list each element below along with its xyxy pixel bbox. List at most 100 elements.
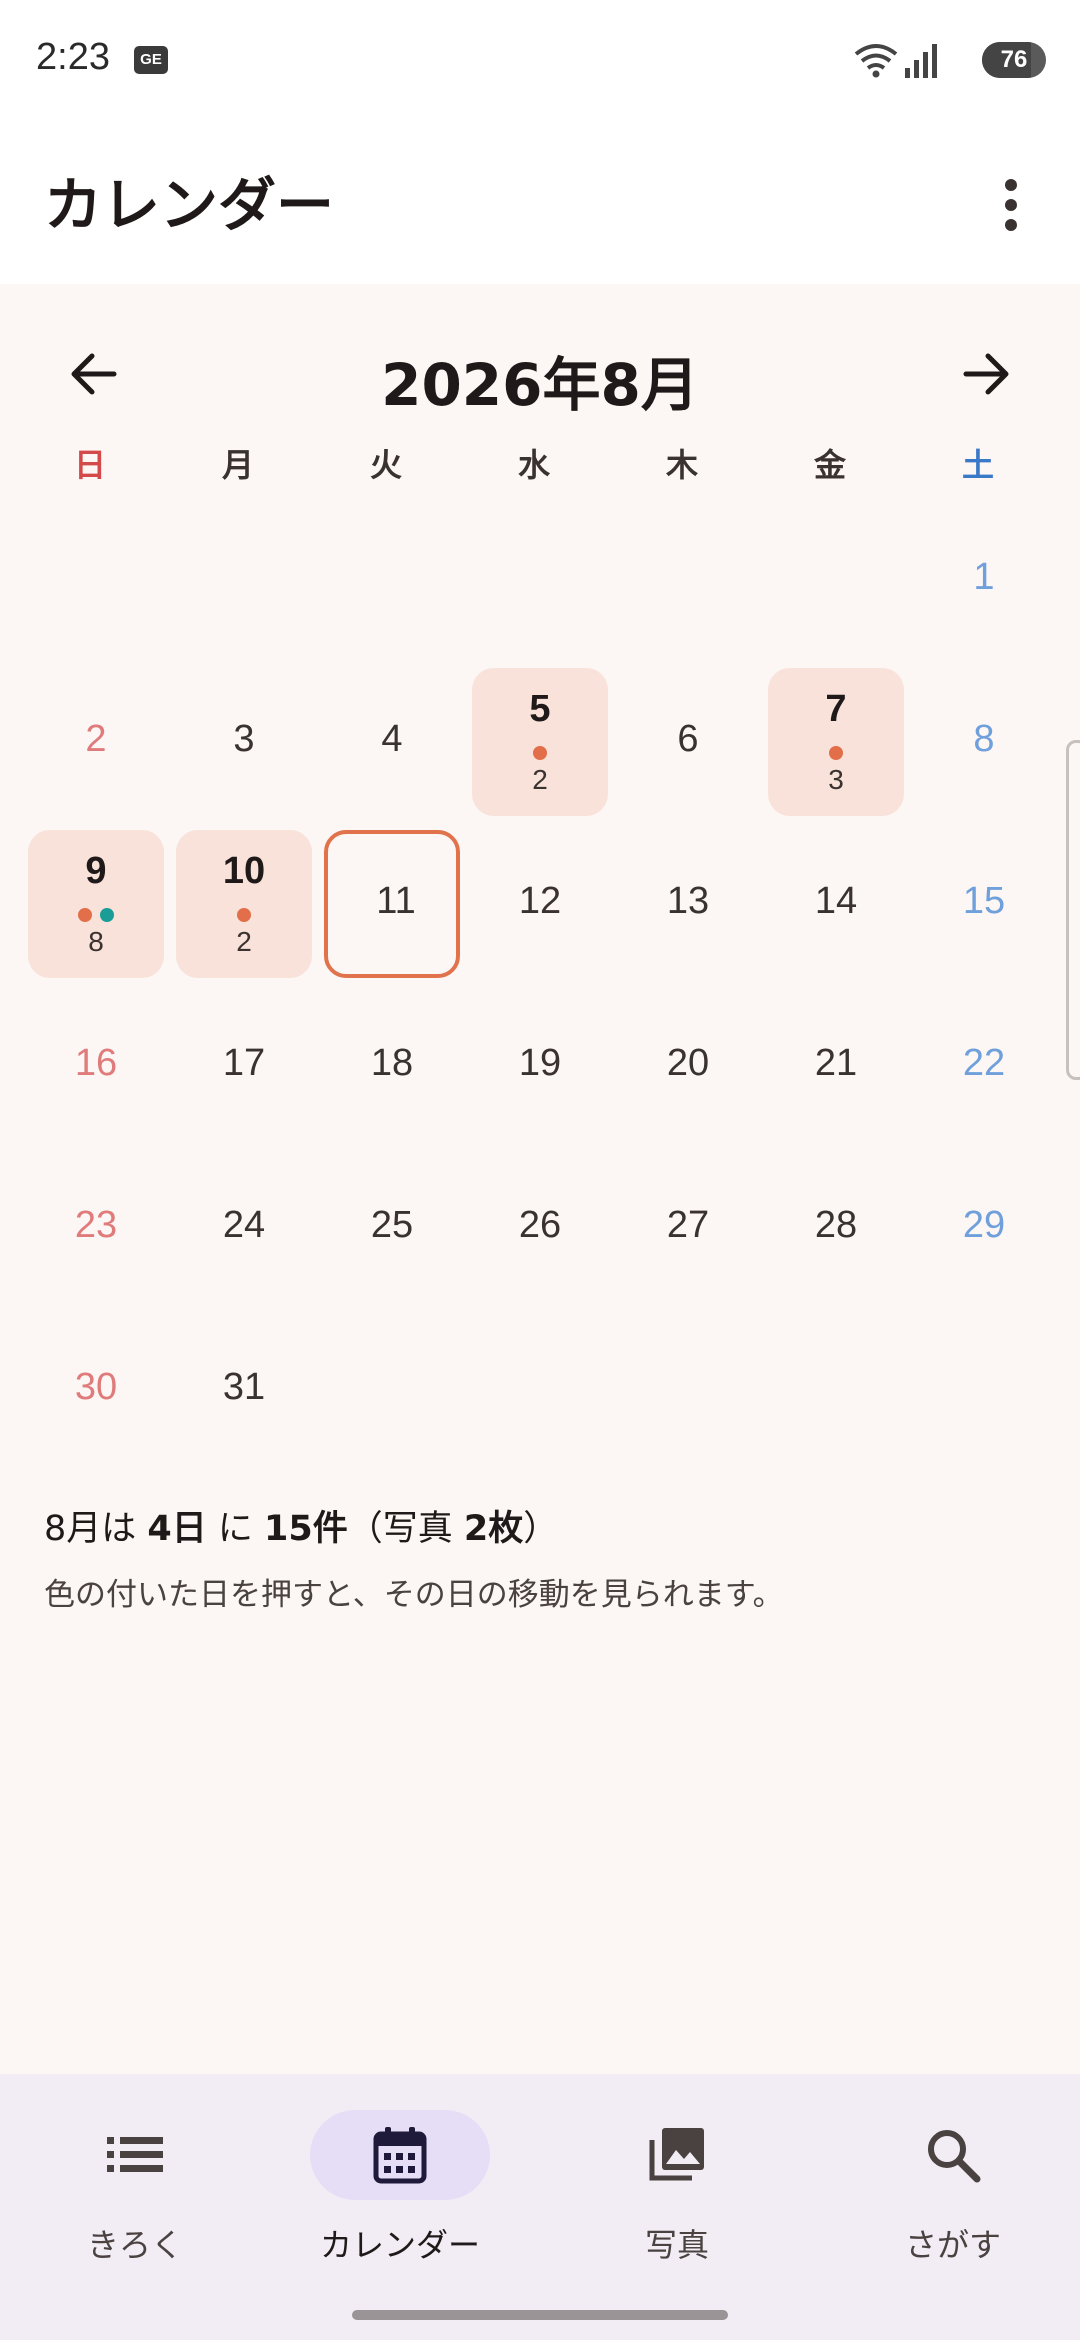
calendar-icon (373, 2127, 427, 2184)
page-title: カレンダー (44, 171, 335, 239)
nav-icon-container (310, 2110, 490, 2200)
month-title: 2026年8月 (381, 351, 699, 419)
nav-label: きろく (86, 2226, 183, 2264)
calendar-day[interactable]: 21 (768, 992, 904, 1140)
day-number: 24 (222, 1204, 266, 1246)
day-number: 22 (962, 1042, 1006, 1084)
nav-item-search[interactable]: さがす (818, 2110, 1080, 2290)
summary-text: に (206, 1509, 265, 1549)
month-header: 2026年8月 (0, 326, 1080, 426)
calendar-day[interactable]: 2 (28, 668, 164, 816)
weekday-label: 木 (665, 446, 698, 484)
calendar-day[interactable]: 28 (768, 1154, 904, 1302)
nav-item-photos[interactable]: 写真 (542, 2110, 812, 2290)
calendar-day[interactable]: 6 (620, 668, 756, 816)
day-number: 16 (74, 1042, 118, 1084)
day-number: 5 (529, 688, 551, 730)
calendar-day[interactable]: 52 (472, 668, 608, 816)
day-count: 8 (88, 926, 104, 957)
calendar-day[interactable]: 27 (620, 1154, 756, 1302)
search-icon (928, 2130, 981, 2183)
calendar-day[interactable]: 20 (620, 992, 756, 1140)
day-number: 23 (74, 1204, 118, 1246)
day-number: 20 (666, 1042, 710, 1084)
calendar-day[interactable]: 31 (176, 1316, 312, 1464)
day-count: 2 (236, 926, 252, 957)
day-number: 31 (222, 1366, 266, 1408)
summary-line: 8月は 4日 に 15件（写真 2枚） (44, 1500, 1044, 1551)
calendar-day[interactable]: 30 (28, 1316, 164, 1464)
scroll-handle[interactable] (1066, 740, 1080, 1080)
day-number: 19 (518, 1042, 562, 1084)
bottom-navigation: きろく カレンダー 写真 さがす (0, 2074, 1080, 2340)
calendar-day[interactable]: 16 (28, 992, 164, 1140)
calendar-day[interactable]: 24 (176, 1154, 312, 1302)
day-number: 21 (814, 1042, 858, 1084)
day-number: 8 (973, 718, 995, 760)
nav-icon-container (45, 2110, 225, 2200)
day-number: 13 (666, 880, 710, 922)
calendar-day[interactable]: 18 (324, 992, 460, 1140)
nav-label: さがす (904, 2226, 1001, 2264)
wifi-icon (854, 42, 898, 82)
next-month-button[interactable] (938, 326, 1034, 422)
weekday-label: 水 (517, 446, 550, 484)
day-number: 7 (825, 688, 847, 730)
more-vert-icon (1005, 179, 1017, 231)
summary-text: 8月は (44, 1509, 148, 1549)
day-number: 3 (233, 718, 255, 760)
nav-item-kiroku[interactable]: きろく (0, 2110, 270, 2290)
nav-item-calendar[interactable]: カレンダー (265, 2110, 535, 2290)
activity-dots (176, 908, 312, 924)
activity-dots (768, 746, 904, 762)
month-summary: 8月は 4日 に 15件（写真 2枚） 色の付いた日を押すと、その日の移動を見ら… (44, 1500, 1044, 1614)
calendar-day[interactable]: 73 (768, 668, 904, 816)
day-number: 28 (814, 1204, 858, 1246)
summary-hint: 色の付いた日を押すと、その日の移動を見られます。 (44, 1577, 784, 1613)
calendar-day[interactable]: 3 (176, 668, 312, 816)
calendar-day[interactable]: 98 (28, 830, 164, 978)
calendar-day[interactable]: 4 (324, 668, 460, 816)
weekday-label: 火 (369, 446, 402, 484)
calendar-day[interactable]: 10 2 (176, 830, 312, 978)
nav-label: 写真 (644, 2226, 709, 2264)
day-number: 11 (376, 880, 416, 922)
activity-dot (829, 746, 843, 760)
weekday-label: 金 (813, 446, 846, 484)
activity-dot (533, 746, 547, 760)
calendar-day[interactable]: 8 (916, 668, 1052, 816)
calendar-day[interactable]: 14 (768, 830, 904, 978)
activity-dot (78, 908, 92, 922)
nav-icon-container (863, 2110, 1043, 2200)
weekday-header-row: 日月火水木金土 (0, 440, 1080, 500)
list-icon (107, 2137, 163, 2172)
calendar-day[interactable]: 13 (620, 830, 756, 978)
carrier-badge: GE (134, 46, 168, 74)
activity-dot (237, 908, 251, 922)
more-options-button[interactable] (966, 160, 1056, 250)
calendar-day[interactable]: 25 (324, 1154, 460, 1302)
calendar-area: 2026年8月 日月火水木金土 1 2 3 4 5 2 6 7 3 8 9 8 10 2 11 12 13 14 1… (0, 284, 1080, 2074)
activity-dot (100, 908, 114, 922)
calendar-day[interactable]: 17 (176, 992, 312, 1140)
calendar-day-today[interactable]: 11 (324, 830, 460, 978)
calendar-day[interactable]: 19 (472, 992, 608, 1140)
calendar-day[interactable]: 29 (916, 1154, 1052, 1302)
calendar-day[interactable]: 26 (472, 1154, 608, 1302)
arrow-right-icon (963, 353, 1009, 395)
day-number: 27 (666, 1204, 710, 1246)
calendar-day[interactable]: 1 (916, 506, 1052, 654)
day-number: 12 (518, 880, 562, 922)
calendar-day[interactable]: 12 (472, 830, 608, 978)
calendar-day[interactable]: 15 (916, 830, 1052, 978)
photo-library-icon (649, 2128, 704, 2181)
day-number: 29 (962, 1204, 1006, 1246)
home-indicator (352, 2310, 728, 2320)
weekday-label: 日 (73, 446, 106, 484)
day-number: 30 (74, 1366, 118, 1408)
status-time: 2:23 (36, 36, 110, 78)
nav-icon-container (587, 2110, 767, 2200)
calendar-day[interactable]: 23 (28, 1154, 164, 1302)
calendar-day[interactable]: 22 (916, 992, 1052, 1140)
day-number: 15 (962, 880, 1006, 922)
